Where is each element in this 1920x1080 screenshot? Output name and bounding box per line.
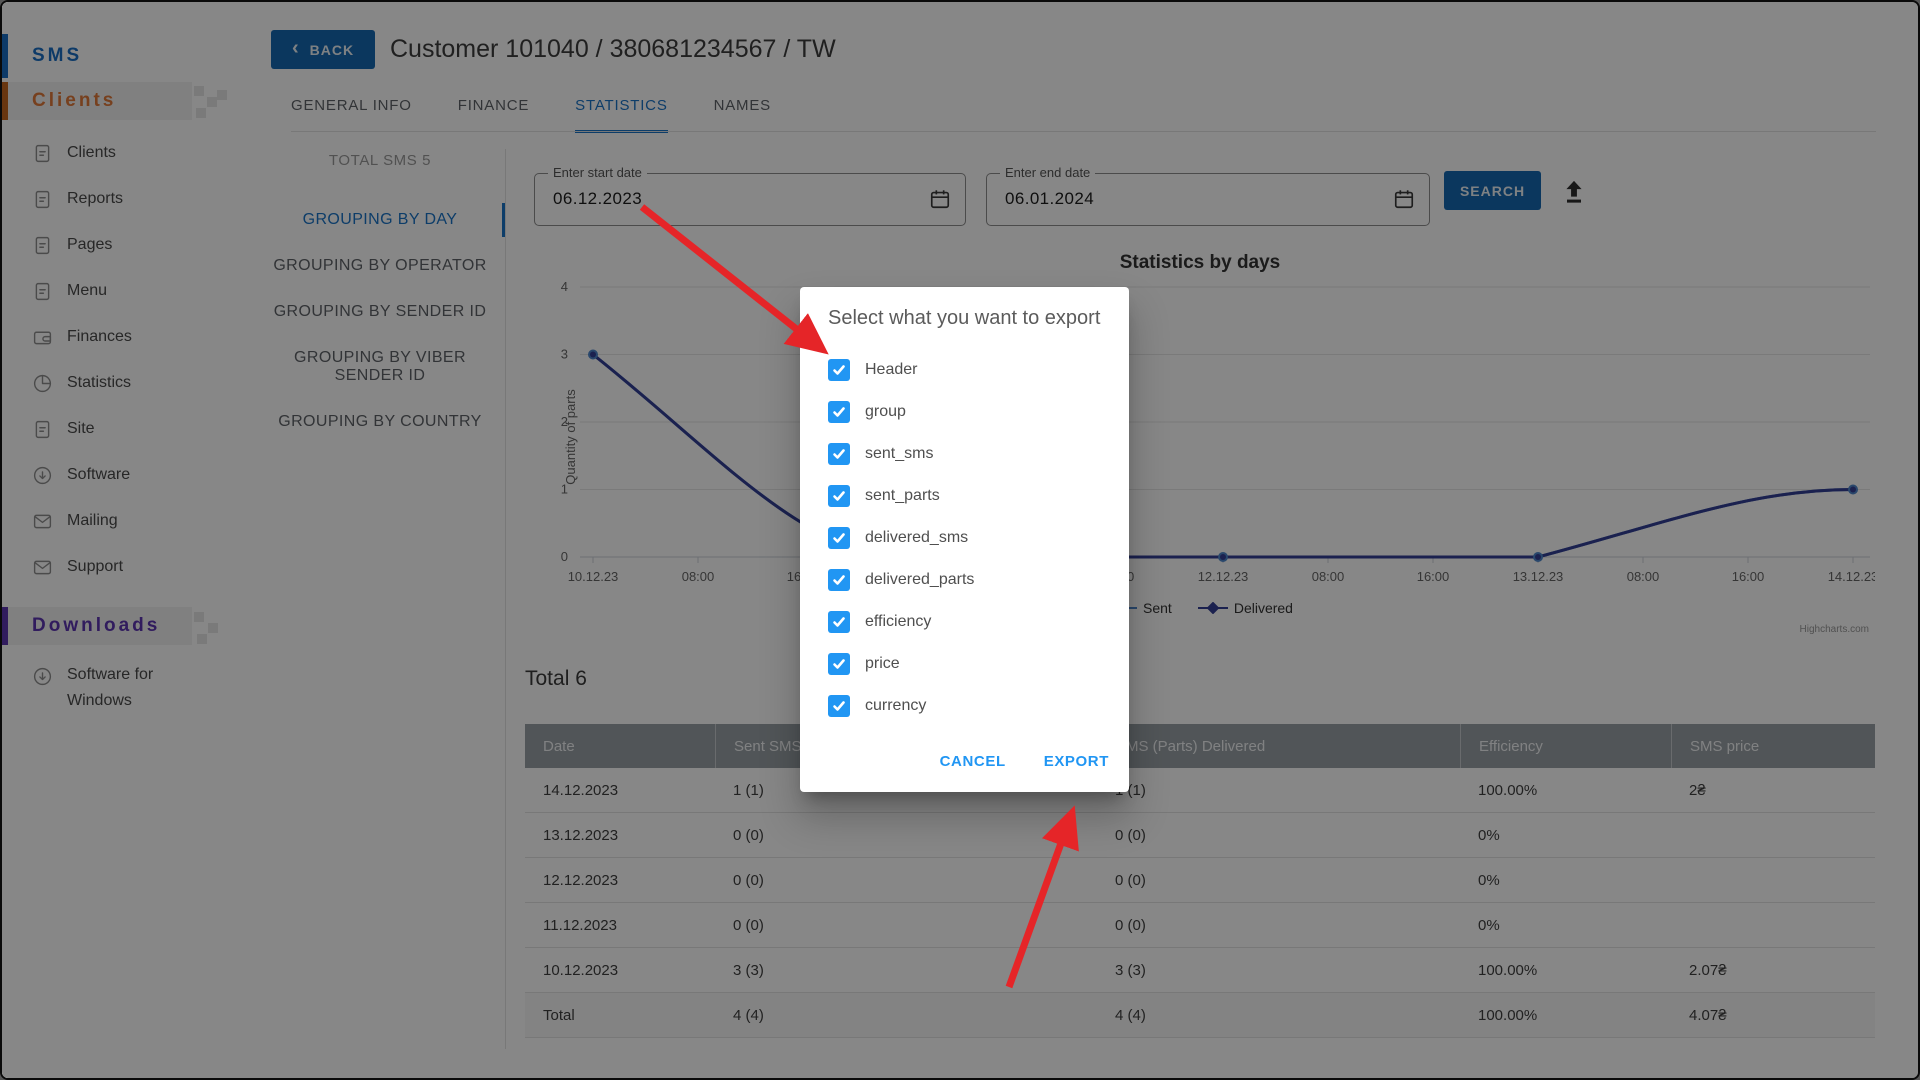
checkbox-label: Header: [865, 361, 917, 379]
checkbox-checked-icon[interactable]: [828, 359, 850, 381]
checkbox-checked-icon[interactable]: [828, 695, 850, 717]
checkbox-checked-icon[interactable]: [828, 569, 850, 591]
checkbox-row-header[interactable]: Header: [828, 357, 917, 383]
checkbox-row-currency[interactable]: currency: [828, 693, 926, 719]
checkbox-row-group[interactable]: group: [828, 399, 906, 425]
checkbox-row-price[interactable]: price: [828, 651, 900, 677]
checkbox-label: delivered_parts: [865, 571, 974, 589]
checkbox-row-sent-parts[interactable]: sent_parts: [828, 483, 940, 509]
export-button[interactable]: EXPORT: [1044, 753, 1109, 770]
checkbox-label: delivered_sms: [865, 529, 968, 547]
checkbox-checked-icon[interactable]: [828, 401, 850, 423]
app-window: SMS Clients Clients Reports Pages: [0, 0, 1920, 1080]
dialog-actions: CANCEL EXPORT: [940, 753, 1109, 770]
checkbox-checked-icon[interactable]: [828, 443, 850, 465]
checkbox-label: sent_parts: [865, 487, 940, 505]
checkbox-label: currency: [865, 697, 926, 715]
checkbox-row-delivered-sms[interactable]: delivered_sms: [828, 525, 968, 551]
checkbox-label: group: [865, 403, 906, 421]
checkbox-label: price: [865, 655, 900, 673]
checkbox-label: sent_sms: [865, 445, 933, 463]
checkbox-checked-icon[interactable]: [828, 527, 850, 549]
export-dialog-title: Select what you want to export: [828, 307, 1100, 330]
checkbox-checked-icon[interactable]: [828, 611, 850, 633]
export-dialog: Select what you want to export Header gr…: [800, 287, 1129, 792]
cancel-button[interactable]: CANCEL: [940, 753, 1006, 770]
checkbox-checked-icon[interactable]: [828, 653, 850, 675]
checkbox-label: efficiency: [865, 613, 931, 631]
checkbox-row-delivered-parts[interactable]: delivered_parts: [828, 567, 974, 593]
checkbox-row-efficiency[interactable]: efficiency: [828, 609, 931, 635]
checkbox-row-sent-sms[interactable]: sent_sms: [828, 441, 933, 467]
checkbox-checked-icon[interactable]: [828, 485, 850, 507]
